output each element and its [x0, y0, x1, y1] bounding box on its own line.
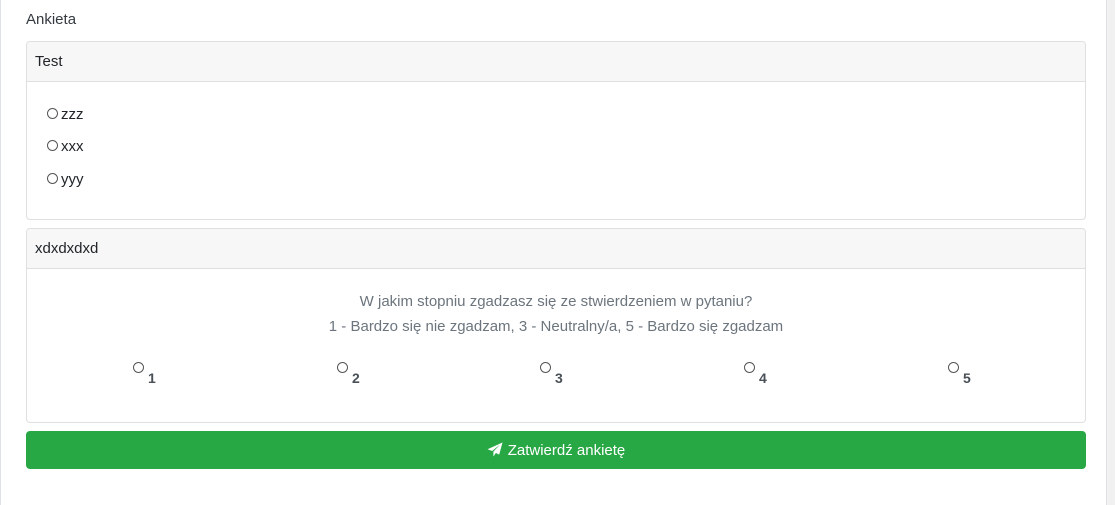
scale-option-2[interactable]: 2	[337, 362, 360, 386]
page-title: Ankieta	[26, 11, 77, 28]
submit-survey-button[interactable]: Zatwierdź ankietę	[26, 431, 1086, 469]
radio-button[interactable]	[133, 362, 144, 373]
question-title: xdxdxdxd	[27, 229, 1085, 269]
radio-button[interactable]	[744, 362, 755, 373]
option-xxx[interactable]: xxx	[47, 138, 84, 155]
radio-button[interactable]	[47, 108, 58, 119]
question-card-test: Test zzz xxx yyy	[26, 41, 1086, 220]
scale-option-4[interactable]: 4	[744, 362, 767, 386]
radio-button[interactable]	[337, 362, 348, 373]
radio-button[interactable]	[948, 362, 959, 373]
paper-plane-icon	[487, 442, 503, 457]
option-label: xxx	[61, 138, 84, 155]
radio-button[interactable]	[540, 362, 551, 373]
radio-button[interactable]	[47, 173, 58, 184]
question-card-scale: xdxdxdxd W jakim stopniu zgadzasz się ze…	[26, 228, 1086, 423]
scale-number: 2	[352, 370, 360, 386]
option-label: yyy	[61, 171, 84, 188]
scale-number: 4	[759, 370, 767, 386]
option-label: zzz	[61, 106, 84, 123]
submit-label: Zatwierdź ankietę	[507, 441, 626, 459]
scale-number: 3	[555, 370, 563, 386]
scale-number: 1	[148, 370, 156, 386]
scale-option-1[interactable]: 1	[133, 362, 156, 386]
scale-number: 5	[963, 370, 971, 386]
vertical-scrollbar[interactable]	[1107, 0, 1115, 505]
question-title: Test	[27, 42, 1085, 82]
radio-button[interactable]	[47, 140, 58, 151]
scale-option-5[interactable]: 5	[948, 362, 971, 386]
scale-question-text: W jakim stopniu zgadzasz się ze stwierdz…	[359, 293, 753, 310]
page-frame: Ankieta Test zzz xxx yyy xdxdxdxd W jaki…	[0, 0, 1107, 505]
scale-option-3[interactable]: 3	[540, 362, 563, 386]
option-zzz[interactable]: zzz	[47, 106, 84, 123]
scale-legend-text: 1 - Bardzo się nie zgadzam, 3 - Neutraln…	[328, 318, 784, 335]
option-yyy[interactable]: yyy	[47, 171, 84, 188]
